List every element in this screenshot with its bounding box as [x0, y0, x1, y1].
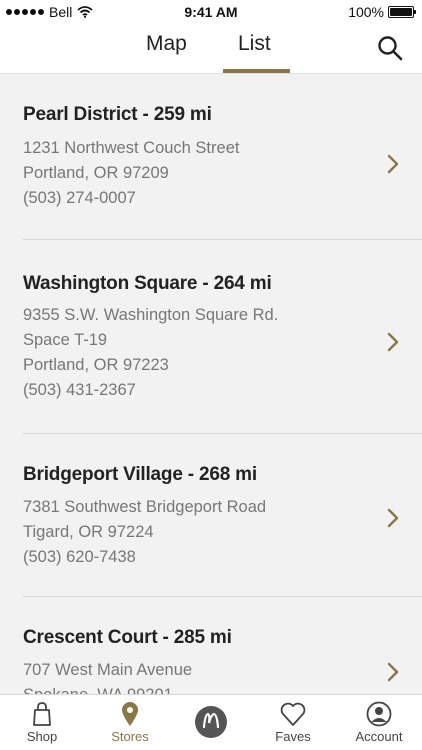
store-address-line: Portland, OR 97223 [23, 356, 169, 374]
store-list: Pearl District - 259 mi 1231 Northwest C… [0, 74, 422, 694]
store-name: Washington Square - 264 mi [23, 273, 272, 294]
shopping-bag-icon [33, 702, 51, 726]
store-address-line: 7381 Southwest Bridgeport Road [23, 498, 267, 516]
store-address-line: 707 West Main Avenue [23, 661, 193, 679]
status-bar: Bell 9:41 AM 100% [0, 0, 422, 24]
store-item-bridgeport-village[interactable]: Bridgeport Village - 268 mi 7381 Southwe… [23, 434, 422, 597]
tab-list[interactable]: List [238, 32, 271, 56]
store-address-line: Portland, OR 97209 [23, 164, 169, 182]
store-name: Crescent Court - 285 mi [23, 627, 232, 648]
active-tab-indicator [223, 69, 290, 73]
store-address-line: 9355 S.W. Washington Square Rd. [23, 306, 279, 324]
battery-percent: 100% [348, 4, 384, 20]
map-pin-icon [122, 702, 138, 726]
chevron-right-icon[interactable] [386, 662, 400, 682]
store-item-pearl-district[interactable]: Pearl District - 259 mi 1231 Northwest C… [23, 74, 422, 240]
tab-map[interactable]: Map [146, 32, 187, 56]
store-address-line: Space T-19 [23, 331, 108, 349]
search-icon[interactable] [376, 34, 404, 62]
tab-stores[interactable]: Stores [88, 701, 172, 744]
store-phone: (503) 274-0007 [23, 189, 136, 207]
chevron-right-icon[interactable] [386, 154, 400, 174]
bottom-tab-bar: Shop Stores Faves Account [0, 694, 422, 750]
store-phone: (503) 620-7438 [23, 548, 136, 566]
tab-stores-label: Stores [111, 729, 149, 744]
tab-shop[interactable]: Shop [0, 701, 84, 744]
store-item-crescent-court[interactable]: Crescent Court - 285 mi 707 West Main Av… [23, 597, 422, 694]
top-nav: Map List [0, 24, 422, 74]
account-icon [366, 701, 392, 727]
status-right: 100% [348, 4, 416, 20]
brand-logo-icon [195, 706, 227, 738]
store-name: Pearl District - 259 mi [23, 104, 212, 125]
store-name: Bridgeport Village - 268 mi [23, 464, 257, 485]
tab-home-logo[interactable] [169, 705, 253, 741]
store-address-line: 1231 Northwest Couch Street [23, 139, 240, 157]
tab-account[interactable]: Account [337, 701, 421, 744]
store-address-line: Tigard, OR 97224 [23, 523, 154, 541]
store-address-line: Spokane, WA 99201 [23, 683, 422, 694]
battery-icon [388, 6, 416, 18]
tab-faves-label: Faves [275, 729, 311, 744]
store-item-washington-square[interactable]: Washington Square - 264 mi 9355 S.W. Was… [23, 240, 422, 434]
heart-icon [280, 702, 306, 726]
tab-faves[interactable]: Faves [251, 701, 335, 744]
tab-account-label: Account [355, 729, 403, 744]
chevron-right-icon[interactable] [386, 332, 400, 352]
chevron-right-icon[interactable] [386, 508, 400, 528]
store-phone: (503) 431-2367 [23, 381, 136, 399]
tab-shop-label: Shop [26, 729, 58, 744]
